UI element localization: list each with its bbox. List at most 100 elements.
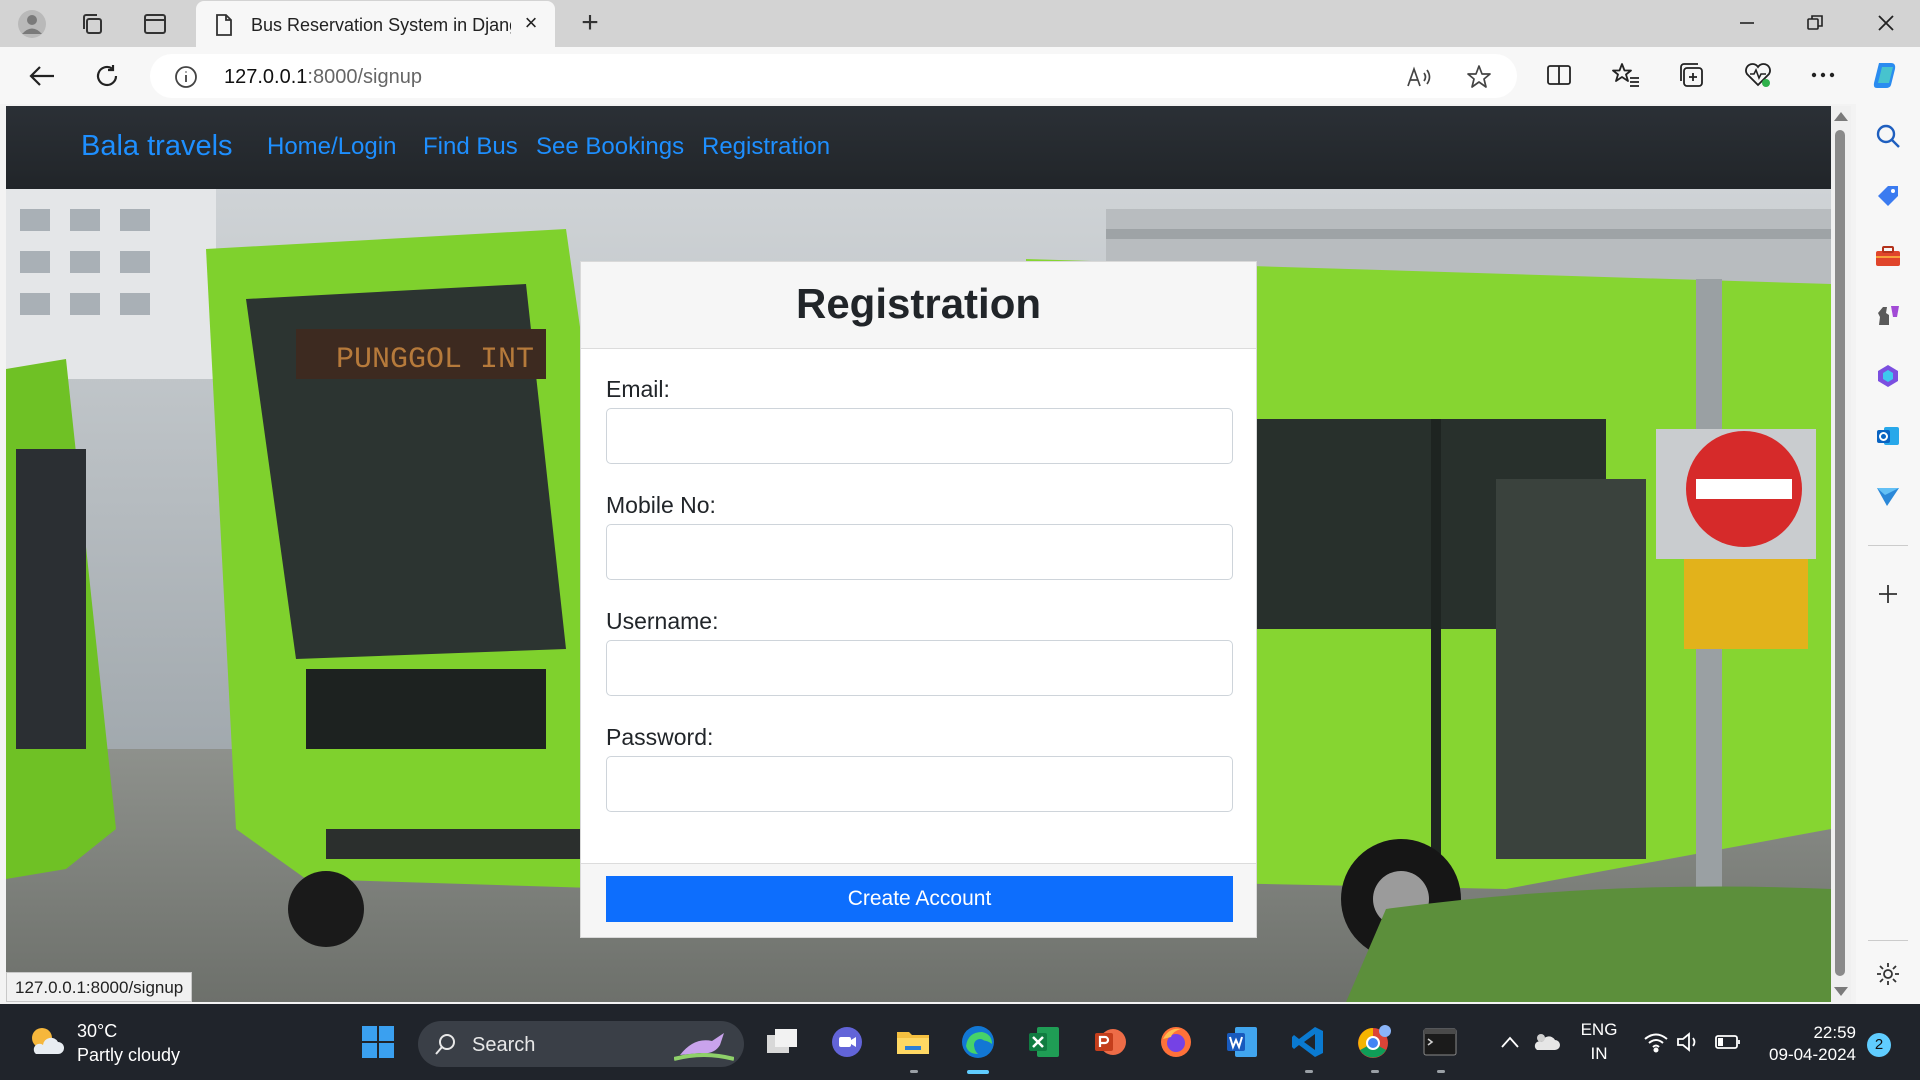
region-indicator[interactable]: IN xyxy=(1574,1044,1624,1064)
weather-icon[interactable] xyxy=(26,1024,66,1060)
file-explorer-icon[interactable] xyxy=(893,1022,933,1062)
close-icon[interactable]: × xyxy=(519,11,543,35)
notification-badge[interactable]: 2 xyxy=(1867,1033,1891,1057)
vscode-icon[interactable] xyxy=(1288,1022,1328,1062)
tab-title: Bus Reservation System in Djang xyxy=(251,15,511,35)
create-account-button[interactable]: Create Account xyxy=(606,876,1233,922)
nav-find-bus[interactable]: Find Bus xyxy=(423,133,518,161)
running-indicator xyxy=(1305,1070,1313,1073)
minimize-icon[interactable] xyxy=(1723,6,1771,40)
excel-icon[interactable] xyxy=(1024,1022,1064,1062)
url-text: 127.0.0.1:8000/signup xyxy=(224,66,422,89)
mobile-label: Mobile No: xyxy=(606,492,716,518)
active-app-indicator xyxy=(967,1070,989,1074)
settings-icon[interactable] xyxy=(1872,958,1904,990)
browser-tab-bar: Bus Reservation System in Djang × + xyxy=(0,0,1920,47)
refresh-icon[interactable] xyxy=(90,59,124,93)
scroll-down-arrow-icon[interactable] xyxy=(1834,987,1848,996)
firefox-icon[interactable] xyxy=(1156,1022,1196,1062)
scroll-thumb[interactable] xyxy=(1835,130,1845,976)
show-hidden-icons-icon[interactable] xyxy=(1490,1022,1530,1062)
chat-icon[interactable] xyxy=(827,1022,867,1062)
username-label: Username: xyxy=(606,608,719,634)
new-tab-icon[interactable]: + xyxy=(574,8,606,40)
collections-icon[interactable] xyxy=(1675,58,1709,92)
nav-see-bookings[interactable]: See Bookings xyxy=(536,133,684,161)
edge-sidebar xyxy=(1856,104,1920,1004)
nav-home-login[interactable]: Home/Login xyxy=(267,133,396,161)
edge-icon[interactable] xyxy=(958,1022,998,1062)
powerpoint-icon[interactable] xyxy=(1090,1022,1130,1062)
system-clock[interactable]: 22:59 09-04-2024 xyxy=(1760,1022,1856,1066)
address-toolbar: 127.0.0.1:8000/signup xyxy=(0,47,1920,104)
password-field[interactable] xyxy=(606,756,1233,812)
close-window-icon[interactable] xyxy=(1862,6,1910,40)
sidebar-divider xyxy=(1868,940,1908,941)
chrome-icon[interactable] xyxy=(1354,1022,1394,1062)
tools-icon[interactable] xyxy=(1872,240,1904,272)
windows-start-icon[interactable] xyxy=(358,1022,398,1062)
page-title: Registration xyxy=(795,280,1042,327)
word-icon[interactable] xyxy=(1222,1022,1262,1062)
registration-card: Registration Email: Mobile No: Username:… xyxy=(580,261,1257,938)
copilot-icon[interactable] xyxy=(1869,58,1903,92)
sidebar-divider xyxy=(1868,545,1908,546)
running-indicator xyxy=(910,1070,918,1073)
restore-icon[interactable] xyxy=(1791,6,1839,40)
task-view-icon[interactable] xyxy=(762,1022,802,1062)
brand-link[interactable]: Bala travels xyxy=(81,130,233,163)
username-field[interactable] xyxy=(606,640,1233,696)
email-label: Email: xyxy=(606,376,670,402)
email-field[interactable] xyxy=(606,408,1233,464)
favorites-icon[interactable] xyxy=(1609,58,1643,92)
password-label: Password: xyxy=(606,724,714,750)
windows-taskbar: 30°C Partly cloudy Search ENG IN 22:59 0… xyxy=(0,1004,1920,1080)
workspaces-icon[interactable] xyxy=(76,8,108,40)
volume-icon[interactable] xyxy=(1668,1022,1708,1062)
running-indicator xyxy=(1371,1070,1379,1073)
clock-time: 22:59 xyxy=(1813,1023,1856,1042)
page-icon xyxy=(214,13,234,42)
search-icon[interactable] xyxy=(1872,120,1904,152)
onedrive-weather-icon[interactable] xyxy=(1526,1022,1566,1062)
shopping-icon[interactable] xyxy=(1872,180,1904,212)
active-tab[interactable]: Bus Reservation System in Djang × xyxy=(196,1,555,47)
svg-text:PUNGGOL INT: PUNGGOL INT xyxy=(336,343,534,377)
scroll-up-arrow-icon[interactable] xyxy=(1834,112,1848,121)
split-screen-icon[interactable] xyxy=(1542,58,1576,92)
weather-temperature[interactable]: 30°C xyxy=(77,1021,117,1042)
site-navbar: Bala travels Home/Login Find Bus See Boo… xyxy=(6,106,1831,189)
games-icon[interactable] xyxy=(1872,300,1904,332)
nav-registration[interactable]: Registration xyxy=(702,133,830,161)
profile-icon[interactable] xyxy=(16,8,48,40)
url-bar[interactable]: 127.0.0.1:8000/signup xyxy=(150,54,1517,98)
read-aloud-icon[interactable] xyxy=(1405,63,1433,91)
search-label: Search xyxy=(472,1034,536,1056)
tab-actions-icon[interactable] xyxy=(139,8,171,40)
mobile-field[interactable] xyxy=(606,524,1233,580)
more-icon[interactable] xyxy=(1806,58,1840,92)
card-footer: Create Account xyxy=(581,863,1256,937)
weather-description[interactable]: Partly cloudy xyxy=(77,1045,180,1066)
terminal-icon[interactable] xyxy=(1420,1022,1460,1062)
battery-icon[interactable] xyxy=(1708,1022,1748,1062)
taskbar-search[interactable]: Search xyxy=(418,1021,744,1067)
language-indicator[interactable]: ENG xyxy=(1574,1020,1624,1040)
clock-date: 09-04-2024 xyxy=(1769,1045,1856,1064)
outlook-icon[interactable] xyxy=(1872,420,1904,452)
favorite-star-icon[interactable] xyxy=(1465,63,1493,91)
status-bar-url: 127.0.0.1:8000/signup xyxy=(6,972,193,1002)
browser-essentials-icon[interactable] xyxy=(1741,58,1775,92)
send-icon[interactable] xyxy=(1872,480,1904,512)
running-indicator xyxy=(1437,1070,1445,1073)
search-icon xyxy=(434,1032,458,1056)
card-header: Registration xyxy=(581,262,1256,349)
microsoft365-icon[interactable] xyxy=(1872,360,1904,392)
site-info-icon[interactable] xyxy=(174,65,198,89)
url-path: :8000/signup xyxy=(307,66,422,88)
url-host: 127.0.0.1 xyxy=(224,66,308,88)
back-icon[interactable] xyxy=(25,59,59,93)
page-scrollbar[interactable] xyxy=(1831,106,1851,1002)
add-icon[interactable] xyxy=(1872,578,1904,610)
page-viewport: Bala travels Home/Login Find Bus See Boo… xyxy=(6,106,1831,1002)
